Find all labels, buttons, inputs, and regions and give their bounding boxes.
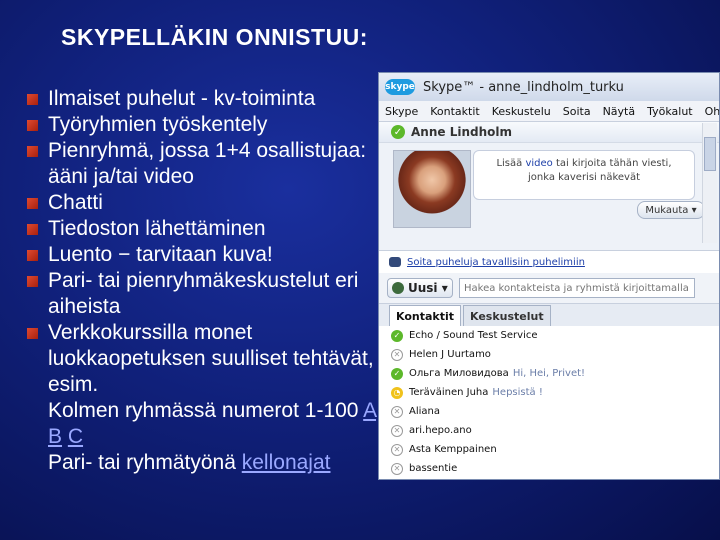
profile-panel: ✓ Anne Lindholm Lisää video tai kirjoita… bbox=[379, 122, 719, 251]
bullet-item: Pari- tai pienryhmäkeskustelut eri aihei… bbox=[24, 268, 384, 320]
online-status-icon: ✓ bbox=[391, 125, 405, 139]
bullet-square-icon bbox=[27, 198, 38, 209]
sub-line-pairs: Pari- tai ryhmätyönä kellonajat bbox=[48, 451, 331, 474]
bullet-item: Pienryhmä, jossa 1+4 osallistujaa: ääni … bbox=[24, 138, 384, 190]
contact-name: ari.hepo.ano bbox=[409, 425, 472, 436]
tab-bar: Kontaktit Keskustelut bbox=[379, 304, 719, 326]
bullet-item: Chatti bbox=[24, 190, 384, 216]
phone-icon bbox=[389, 257, 401, 267]
video-link[interactable]: video bbox=[525, 158, 552, 169]
offline-status-icon: ✕ bbox=[391, 462, 403, 475]
contact-name: bassentie bbox=[409, 463, 458, 474]
bullet-square-icon bbox=[27, 250, 38, 261]
skype-logo-icon: skype bbox=[385, 79, 415, 95]
bullet-list: Ilmaiset puhelut - kv-toiminta Työryhmie… bbox=[24, 86, 384, 476]
offline-status-icon: ✕ bbox=[391, 443, 403, 456]
bullet-square-icon bbox=[27, 224, 38, 235]
contact-row[interactable]: ✕ Aliana bbox=[379, 402, 719, 421]
bullet-square-icon bbox=[27, 146, 38, 157]
bullet-item: Tiedoston lähettäminen bbox=[24, 216, 384, 242]
contact-name: Helen J Uurtamo bbox=[409, 349, 491, 360]
profile-name: Anne Lindholm bbox=[411, 125, 512, 139]
contact-name: Asta Kemppainen bbox=[409, 444, 497, 455]
contact-name: Echo / Sound Test Service bbox=[409, 330, 538, 341]
online-status-icon: ✓ bbox=[391, 367, 403, 380]
offline-status-icon: ✕ bbox=[391, 424, 403, 437]
menu-soita[interactable]: Soita bbox=[557, 105, 597, 118]
menu-keskustelu[interactable]: Keskustelu bbox=[486, 105, 557, 118]
contact-row[interactable]: ✓ Ольга Миловидова Hi, Hei, Privet! bbox=[379, 364, 719, 383]
avatar[interactable] bbox=[393, 150, 471, 228]
scrollbar[interactable] bbox=[702, 123, 717, 243]
contact-row[interactable]: ✕ bassentie bbox=[379, 459, 719, 478]
bullet-item: Työryhmien työskentely bbox=[24, 112, 384, 138]
search-row: Uusi ▾ bbox=[379, 273, 719, 304]
contact-row[interactable]: ✕ Helen J Uurtamo bbox=[379, 345, 719, 364]
call-phones-link[interactable]: Soita puheluja tavallisiin puhelimiin bbox=[379, 251, 719, 273]
online-status-icon: ✓ bbox=[391, 329, 403, 342]
contact-row[interactable]: ✕ Asta Kemppainen bbox=[379, 440, 719, 459]
contact-row[interactable]: ✕Cerina Kristola-Backlund bbox=[379, 478, 719, 479]
new-button[interactable]: Uusi ▾ bbox=[387, 278, 453, 298]
bullet-item: Luento − tarvitaan kuva! bbox=[24, 242, 384, 268]
link-kellonajat[interactable]: kellonajat bbox=[242, 451, 331, 474]
menu-kontaktit[interactable]: Kontaktit bbox=[424, 105, 485, 118]
contact-row[interactable]: ✓ Echo / Sound Test Service bbox=[379, 326, 719, 345]
link-c[interactable]: C bbox=[68, 425, 83, 448]
menu-skype[interactable]: Skype bbox=[379, 105, 424, 118]
contact-search-input[interactable] bbox=[459, 278, 695, 298]
link-a[interactable]: A bbox=[363, 399, 376, 422]
customize-button[interactable]: Mukauta ▾ bbox=[637, 201, 705, 219]
away-status-icon: ◔ bbox=[391, 386, 403, 399]
window-title: Skype™ - anne_lindholm_turku bbox=[423, 79, 624, 95]
menu-nayta[interactable]: Näytä bbox=[597, 105, 642, 118]
contact-name: Ольга Миловидова bbox=[409, 368, 509, 379]
tab-kontaktit[interactable]: Kontaktit bbox=[389, 305, 462, 326]
bullet-square-icon bbox=[27, 120, 38, 131]
tab-keskustelut[interactable]: Keskustelut bbox=[463, 305, 551, 326]
link-b[interactable]: B bbox=[48, 425, 62, 448]
menu-bar: Skype Kontaktit Keskustelu Soita Näytä T… bbox=[379, 101, 719, 122]
contact-row[interactable]: ◔ Teräväinen Juha Hepsistä ! bbox=[379, 383, 719, 402]
menu-tyokalut[interactable]: Työkalut bbox=[641, 105, 699, 118]
contact-mood: Hepsistä ! bbox=[492, 387, 543, 398]
bullet-square-icon bbox=[27, 276, 38, 287]
sub-line-groups: Kolmen ryhmässä numerot 1-100 A B C bbox=[48, 399, 377, 448]
skype-window: skype Skype™ - anne_lindholm_turku Skype… bbox=[378, 72, 720, 480]
scrollbar-thumb[interactable] bbox=[704, 137, 716, 171]
mood-message-bubble[interactable]: Lisää video tai kirjoita tähän viesti, j… bbox=[473, 150, 695, 200]
contact-row[interactable]: ✕ ari.hepo.ano bbox=[379, 421, 719, 440]
bullet-square-icon bbox=[27, 94, 38, 105]
contact-mood: Hi, Hei, Privet! bbox=[512, 368, 586, 379]
bullet-item: Ilmaiset puhelut - kv-toiminta bbox=[24, 86, 384, 112]
offline-status-icon: ✕ bbox=[391, 348, 403, 361]
add-contact-icon bbox=[392, 282, 404, 294]
menu-ohje[interactable]: Ohje bbox=[699, 105, 719, 118]
bullet-item: Verkkokurssilla monet luokkaopetuksen su… bbox=[24, 320, 384, 398]
slide-title: SKYPELLÄKIN ONNISTUU: bbox=[61, 24, 368, 50]
bullet-square-icon bbox=[27, 328, 38, 339]
profile-header[interactable]: ✓ Anne Lindholm bbox=[379, 122, 719, 143]
contact-list: ✓ Echo / Sound Test Service ✕ Helen J Uurta… bbox=[379, 326, 719, 479]
contact-name: Teräväinen Juha bbox=[409, 387, 489, 398]
contact-name: Aliana bbox=[409, 406, 440, 417]
offline-status-icon: ✕ bbox=[391, 405, 403, 418]
skype-titlebar: skype Skype™ - anne_lindholm_turku bbox=[379, 73, 719, 101]
